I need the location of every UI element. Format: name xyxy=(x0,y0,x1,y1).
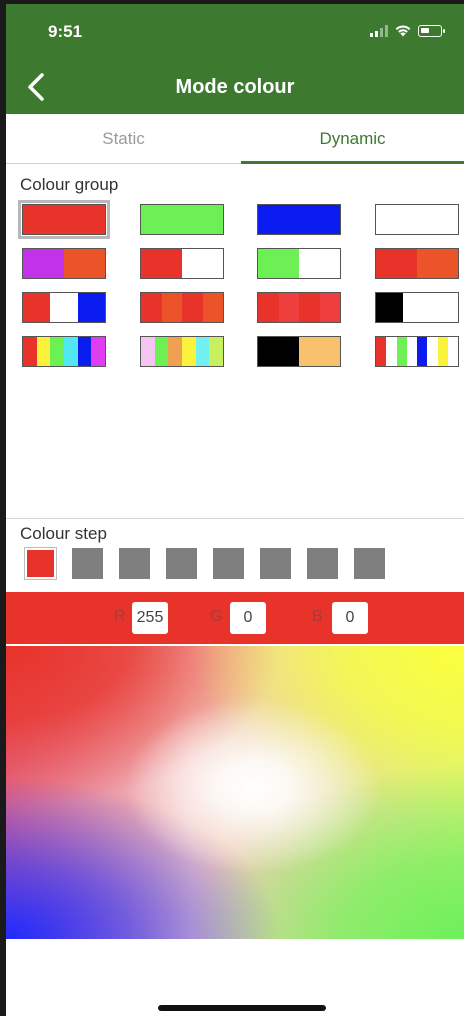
swatch-segment xyxy=(182,337,196,366)
colour-group-swatch[interactable] xyxy=(257,336,341,367)
swatch-segment xyxy=(23,249,64,278)
swatch-segment xyxy=(430,293,458,322)
colour-group-swatch[interactable] xyxy=(257,248,341,279)
g-value-input[interactable] xyxy=(230,602,266,634)
colour-step-cell[interactable] xyxy=(119,548,150,579)
colour-group-swatch[interactable] xyxy=(18,200,110,239)
page-title: Mode colour xyxy=(175,76,295,98)
colour-group-label: Colour group xyxy=(20,175,119,194)
colour-group-swatch[interactable] xyxy=(140,248,224,279)
colour-step-cell[interactable] xyxy=(166,548,197,579)
swatch-segment xyxy=(50,293,78,322)
swatch-segment xyxy=(376,337,387,366)
tab-static[interactable]: Static xyxy=(6,116,241,163)
colour-group-swatch[interactable] xyxy=(140,336,224,367)
rgb-value-bar: R G B xyxy=(6,592,464,644)
colour-step-cell[interactable] xyxy=(307,548,338,579)
swatch-segment xyxy=(23,337,37,366)
swatch-segment xyxy=(447,337,458,366)
swatch-segment xyxy=(141,337,155,366)
swatch-segment xyxy=(417,249,458,278)
swatch-segment xyxy=(376,293,404,322)
swatch-segment xyxy=(299,249,340,278)
swatch-segment xyxy=(182,249,223,278)
signal-icon xyxy=(370,24,388,37)
colour-group-swatch[interactable] xyxy=(140,292,224,323)
colour-group-swatch[interactable] xyxy=(140,204,224,235)
swatch-segment xyxy=(154,337,169,366)
swatch-segment xyxy=(376,205,458,234)
mode-tabs: Static Dynamic xyxy=(6,116,464,164)
swatch-segment xyxy=(278,337,299,366)
swatch-segment xyxy=(195,337,210,366)
tab-dynamic[interactable]: Dynamic xyxy=(241,116,464,164)
swatch-segment xyxy=(396,337,407,366)
swatch-segment xyxy=(77,337,92,366)
swatch-segment xyxy=(50,337,65,366)
swatch-segment xyxy=(376,249,417,278)
colour-group-swatch[interactable] xyxy=(375,336,459,367)
swatch-segment xyxy=(319,293,340,322)
swatch-segment xyxy=(258,205,340,234)
colour-step-label: Colour step xyxy=(20,524,107,543)
colour-palette-picker[interactable] xyxy=(6,646,464,939)
swatch-segment xyxy=(386,337,397,366)
colour-step-cell[interactable] xyxy=(354,548,385,579)
swatch-segment xyxy=(258,337,279,366)
swatch-segment xyxy=(202,293,223,322)
wifi-icon xyxy=(395,25,411,37)
divider xyxy=(6,518,464,519)
swatch-segment xyxy=(161,293,182,322)
status-bar: 9:51 xyxy=(6,4,464,60)
swatch-segment xyxy=(141,249,182,278)
swatch-segment xyxy=(406,337,417,366)
swatch-segment xyxy=(403,293,431,322)
swatch-segment xyxy=(417,337,428,366)
swatch-segment xyxy=(141,293,162,322)
swatch-segment xyxy=(299,337,320,366)
swatch-segment xyxy=(319,337,340,366)
swatch-segment xyxy=(209,337,223,366)
colour-group-swatch[interactable] xyxy=(375,204,459,235)
nav-bar: Mode colour xyxy=(6,60,464,114)
colour-group-swatch[interactable] xyxy=(22,292,106,323)
swatch-segment xyxy=(141,205,223,234)
swatch-segment xyxy=(64,249,105,278)
swatch-segment xyxy=(258,293,279,322)
swatch-segment xyxy=(258,249,299,278)
swatch-segment xyxy=(77,293,105,322)
swatch-segment xyxy=(64,337,78,366)
swatch-segment xyxy=(168,337,183,366)
b-value-input[interactable] xyxy=(332,602,368,634)
g-label: G xyxy=(210,608,223,625)
colour-step-cell[interactable] xyxy=(260,548,291,579)
swatch-segment xyxy=(299,293,320,322)
status-icons xyxy=(370,24,445,37)
swatch-segment xyxy=(23,205,105,234)
colour-step-cell[interactable] xyxy=(72,548,103,579)
swatch-segment xyxy=(23,293,51,322)
b-label: B xyxy=(312,608,323,625)
r-value-input[interactable] xyxy=(132,602,168,634)
colour-group-swatch[interactable] xyxy=(375,248,459,279)
swatch-segment xyxy=(182,293,203,322)
swatch-segment xyxy=(437,337,448,366)
swatch-segment xyxy=(427,337,438,366)
home-indicator xyxy=(158,1005,326,1011)
swatch-segment xyxy=(278,293,299,322)
status-time: 9:51 xyxy=(48,22,83,41)
colour-group-swatch[interactable] xyxy=(22,248,106,279)
colour-step-cell[interactable] xyxy=(24,547,57,580)
colour-group-swatch[interactable] xyxy=(375,292,459,323)
swatch-segment xyxy=(36,337,51,366)
colour-group-swatch[interactable] xyxy=(257,204,341,235)
colour-group-swatch[interactable] xyxy=(257,292,341,323)
battery-icon xyxy=(418,24,445,37)
colour-step-cell[interactable] xyxy=(213,548,244,579)
r-label: R xyxy=(114,608,126,625)
swatch-segment xyxy=(91,337,105,366)
colour-group-swatch[interactable] xyxy=(22,336,106,367)
